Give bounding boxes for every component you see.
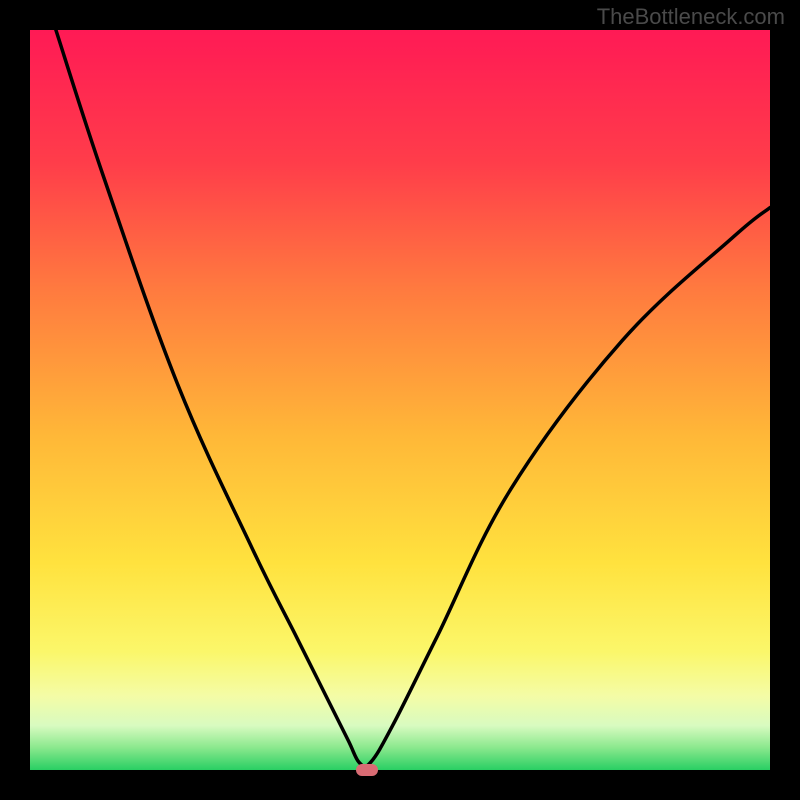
- watermark: TheBottleneck.com: [597, 4, 785, 30]
- optimal-point-marker: [356, 764, 378, 776]
- chart-area: [30, 30, 770, 770]
- chart-curve: [30, 30, 770, 770]
